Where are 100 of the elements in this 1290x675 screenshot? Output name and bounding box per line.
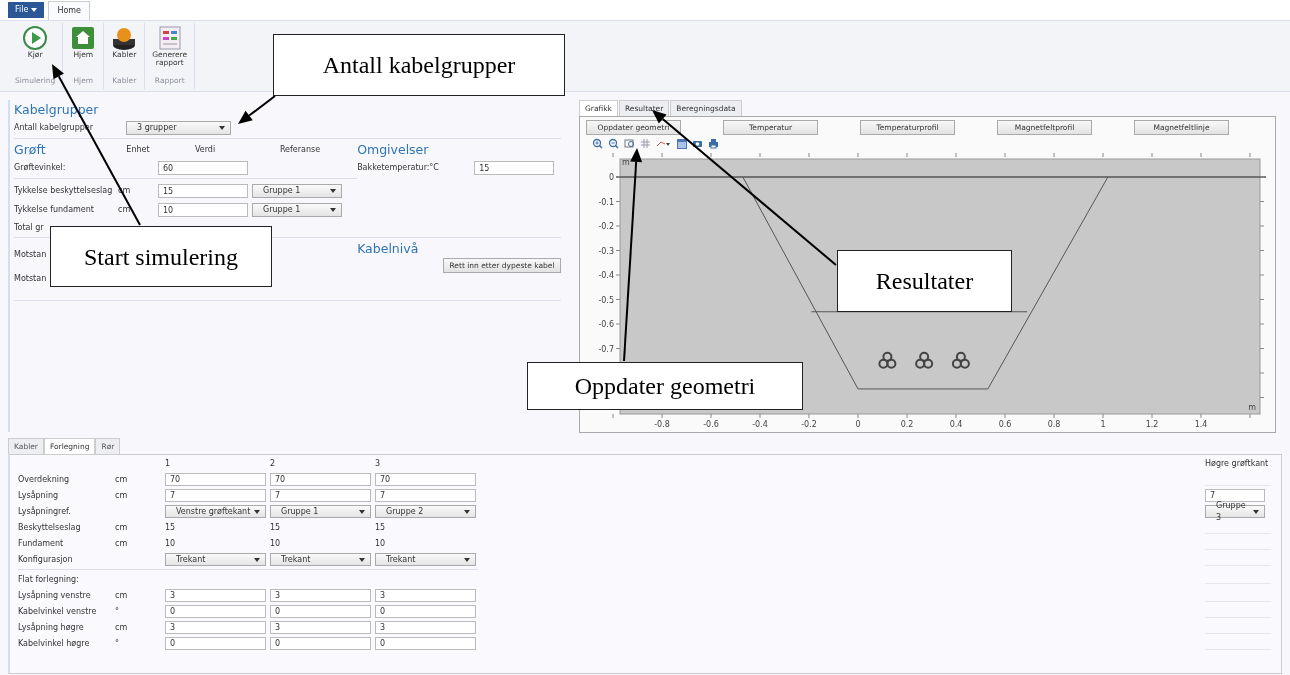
callout-label: Resultater xyxy=(837,250,1012,312)
zoom-extents-icon[interactable] xyxy=(624,137,635,149)
input-field[interactable]: 3 xyxy=(375,621,476,635)
callout-label: Antall kabelgrupper xyxy=(273,34,565,96)
printer-icon[interactable] xyxy=(708,137,719,149)
x-tick-label: 0.4 xyxy=(949,420,963,430)
caret-icon xyxy=(330,208,336,212)
x-tick-label: 0.8 xyxy=(1047,420,1061,430)
value-text: 10 xyxy=(375,538,387,551)
y-tick-label: -0.1 xyxy=(598,197,614,207)
x-tick-label: 0.2 xyxy=(900,420,914,430)
dropdown[interactable]: Gruppe 1 xyxy=(252,203,342,217)
field-label: Total gr xyxy=(14,222,45,234)
input-field[interactable]: 15 xyxy=(158,184,248,198)
column-header: 3 xyxy=(375,458,382,471)
input-field[interactable]: 3 xyxy=(165,589,266,603)
caret-icon xyxy=(330,189,336,193)
axis-unit-label: m xyxy=(622,158,630,168)
report-icon xyxy=(156,25,183,51)
row-label: Lysåpning xyxy=(18,489,60,503)
input-field[interactable]: 10 xyxy=(158,203,248,217)
input-field[interactable]: 0 xyxy=(165,605,266,619)
unit-label: ° xyxy=(115,606,120,619)
caret-icon xyxy=(464,557,470,562)
column-header: Høgre grøftkant xyxy=(1205,458,1270,471)
unit-label: cm xyxy=(115,522,129,535)
dropdown[interactable]: Trekant xyxy=(165,553,266,567)
value-text: 10 xyxy=(270,538,282,551)
x-tick-label: 0 xyxy=(855,420,861,430)
x-tick-label: 1.2 xyxy=(1145,420,1159,430)
input-field[interactable]: 0 xyxy=(375,605,476,619)
row-label: Kabelvinkel venstre xyxy=(18,606,98,619)
zoom-out-icon[interactable] xyxy=(608,137,619,149)
callout-label: Oppdater geometri xyxy=(527,362,803,410)
unit-label: cm xyxy=(115,474,129,487)
x-tick-label: -0.6 xyxy=(703,420,719,430)
row-label: Beskyttelseslag xyxy=(18,522,82,535)
value-text: 15 xyxy=(375,522,387,535)
input-field[interactable]: 3 xyxy=(375,589,476,603)
caret-icon xyxy=(1253,509,1259,514)
y-tick-label: -0.2 xyxy=(598,222,614,232)
input-field[interactable]: 3 xyxy=(165,621,266,635)
window-icon[interactable] xyxy=(676,137,687,149)
value-text: 10 xyxy=(165,538,177,551)
caret-icon xyxy=(254,557,260,562)
unit-label: cm xyxy=(115,622,129,635)
input-field[interactable]: 7 xyxy=(375,489,476,503)
x-tick-label: -0.2 xyxy=(801,420,817,430)
dropdown[interactable]: Venstre grøftekant xyxy=(165,505,266,519)
input-field[interactable]: 70 xyxy=(165,473,266,487)
column-header: 2 xyxy=(270,458,277,471)
x-tick-label: -0.8 xyxy=(654,420,670,430)
input-field[interactable]: 0 xyxy=(270,637,371,651)
caret-icon xyxy=(464,509,470,514)
unit-label: cm xyxy=(118,204,132,216)
dropdown[interactable]: 3 grupper xyxy=(126,121,231,135)
y-tick-label: 0 xyxy=(608,173,614,183)
file-menu[interactable]: File xyxy=(8,2,45,18)
input-field[interactable]: 0 xyxy=(165,637,266,651)
row-label: Lysåpningref. xyxy=(18,505,72,519)
caret-icon xyxy=(31,8,38,12)
field-label: Motstan xyxy=(14,249,47,261)
y-tick-label: -0.7 xyxy=(598,344,614,354)
row-label: Kabelvinkel høgre xyxy=(18,638,91,651)
input-field[interactable]: 3 xyxy=(270,621,371,635)
caret-icon xyxy=(359,557,365,562)
input-field[interactable]: 0 xyxy=(375,637,476,651)
input-field[interactable]: 7 xyxy=(270,489,371,503)
row-label: Fundament xyxy=(18,538,65,551)
row-label: Lysåpning høgre xyxy=(18,621,85,635)
caret-icon xyxy=(254,509,260,514)
x-tick-label: -0.4 xyxy=(752,420,768,430)
zoom-in-icon[interactable] xyxy=(592,137,603,149)
row-label: Overdekning xyxy=(18,474,71,487)
field-label: Tykkelse beskyttelseslag xyxy=(14,185,114,197)
callout-arrow xyxy=(238,95,276,124)
dropdown[interactable]: Gruppe 1 xyxy=(252,184,342,198)
field-label: Tykkelse fundament xyxy=(14,204,95,216)
x-tick-label: 1 xyxy=(1100,420,1106,430)
input-field[interactable]: 70 xyxy=(270,473,371,487)
play-icon xyxy=(22,25,49,51)
dropdown[interactable]: Trekant xyxy=(375,553,476,567)
section-heading: Grøft xyxy=(14,142,47,157)
row-label: Konfigurasjon xyxy=(18,554,74,567)
section-label: Flat forlegning: xyxy=(18,569,478,587)
value-text: 15 xyxy=(270,522,282,535)
input-field[interactable]: 0 xyxy=(270,605,371,619)
x-tick-label: 0.6 xyxy=(998,420,1012,430)
dropdown[interactable]: Gruppe 2 xyxy=(375,505,476,519)
input-field[interactable]: 15 xyxy=(474,161,555,175)
input-field[interactable]: 3 xyxy=(270,589,371,603)
input-field[interactable]: 60 xyxy=(158,161,248,175)
dropdown[interactable]: Trekant xyxy=(270,553,371,567)
input-field[interactable]: 7 xyxy=(165,489,266,503)
ribbon-tab[interactable]: Home xyxy=(48,1,90,20)
dropdown[interactable]: Gruppe 1 xyxy=(270,505,371,519)
input-field[interactable]: 70 xyxy=(375,473,476,487)
column-header: 1 xyxy=(165,458,172,471)
unit-label: cm xyxy=(115,590,129,603)
section-heading: Omgivelser xyxy=(357,142,430,157)
